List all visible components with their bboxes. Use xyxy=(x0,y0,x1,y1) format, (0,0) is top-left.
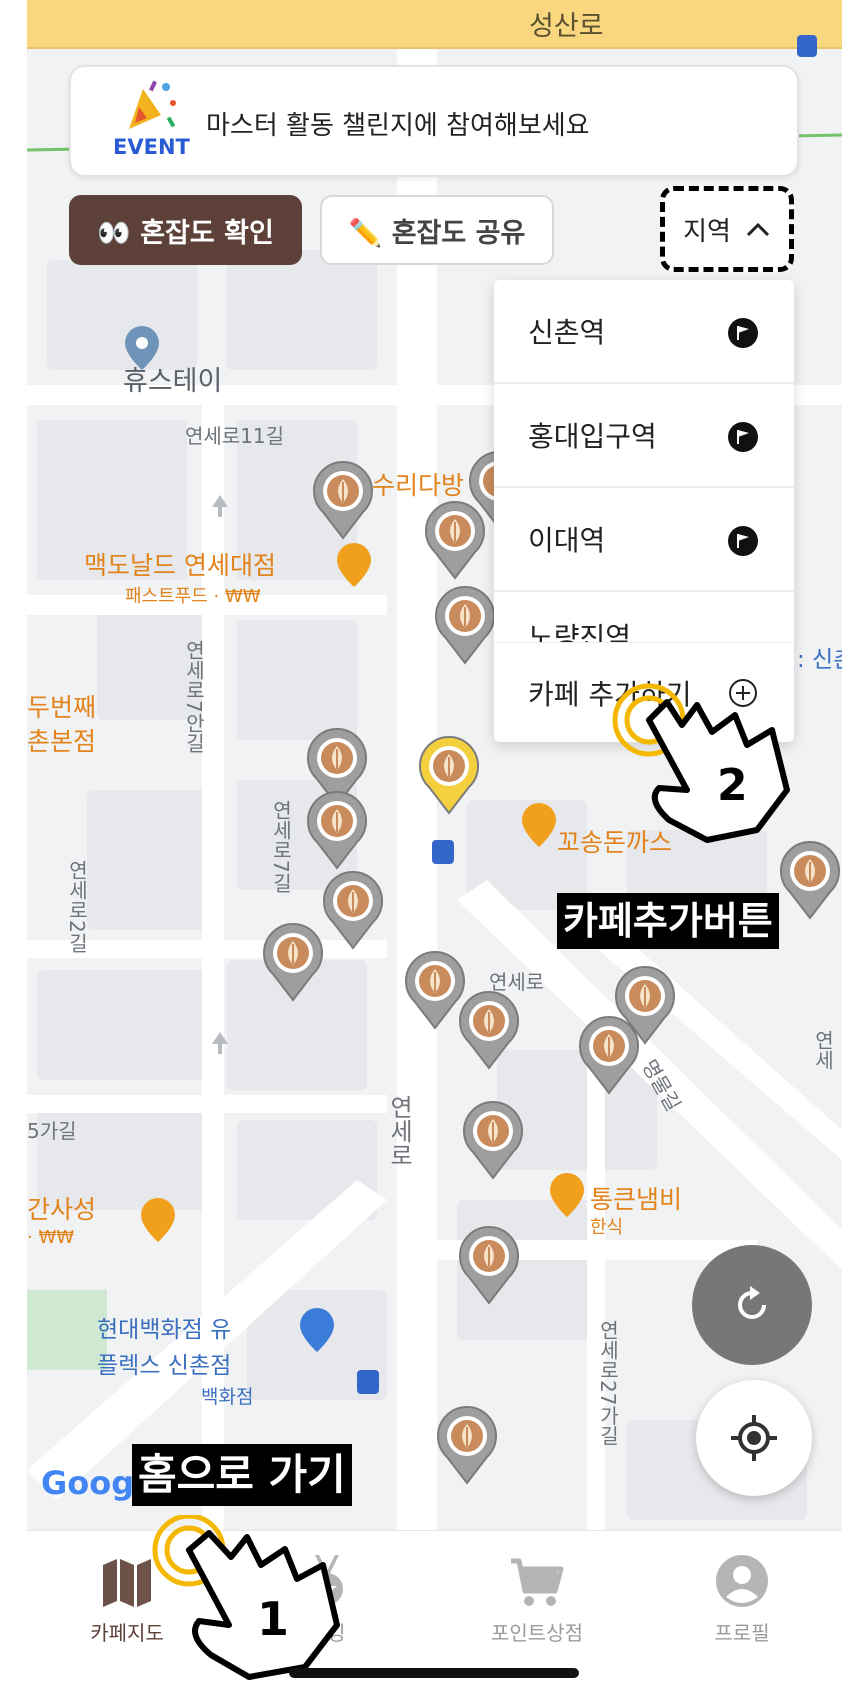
cafe-pin-selected[interactable] xyxy=(417,735,481,815)
place-tongkeun-sub: 한식 xyxy=(590,1217,624,1238)
road-yonse-edge: 연세 xyxy=(811,1030,835,1070)
cafe-pin[interactable] xyxy=(613,965,677,1045)
region-item-hongdae[interactable]: 홍대입구역 xyxy=(494,384,794,488)
place-hyundai-sub: 백화점 xyxy=(201,1386,254,1408)
app-screen: 성산로 휴스테이 연세로11길 수리다방 맥도날드 연세대점 패스트푸드 · ₩… xyxy=(27,0,842,1684)
region-item-label: 홍대입구역 xyxy=(528,420,657,453)
region-item-label: 신촌역 xyxy=(528,316,606,349)
party-popper-icon xyxy=(129,80,176,129)
cafe-pin[interactable] xyxy=(261,922,325,1002)
tap-hand-annotation-2 xyxy=(612,683,790,843)
place-mcdonalds[interactable]: 맥도날드 연세대점 xyxy=(84,546,276,582)
congestion-check-button[interactable]: 👀 혼잡도 확인 xyxy=(69,195,302,265)
road-5ga: 5가길 xyxy=(27,1119,77,1143)
road-yonseiro27: 연세로27가길 xyxy=(596,1320,620,1446)
place-mcdonalds-sub: 패스트푸드 · ₩₩ xyxy=(125,586,261,607)
profile-icon xyxy=(716,1555,768,1607)
region-item-label: 노량진역 xyxy=(528,621,632,642)
region-item-sinchon[interactable]: 신촌역 xyxy=(494,280,794,384)
crosshair-icon xyxy=(731,1415,777,1461)
place-gansaseong[interactable]: 간사성 xyxy=(27,1190,96,1226)
tab-label: 포인트상점 xyxy=(491,1621,583,1645)
refresh-icon xyxy=(738,1286,766,1319)
step-number-2: 2 xyxy=(717,760,748,811)
chevron-up-icon xyxy=(746,222,769,237)
step-number-1: 1 xyxy=(257,1592,290,1646)
cafe-pin[interactable] xyxy=(457,990,521,1070)
event-label: EVENT xyxy=(113,135,190,159)
tab-profile[interactable]: 프로필 xyxy=(642,1531,842,1661)
place-gansaseong-sub: · ₩₩ xyxy=(27,1227,75,1248)
place-dubeonjjae-1[interactable]: 두번째 xyxy=(27,688,96,724)
road-yonseiro-b: 연세로 xyxy=(385,1095,413,1167)
place-hyundai-2: 플렉스 신촌점 xyxy=(97,1353,232,1379)
road-yonseiro7: 연세로7길 xyxy=(269,800,293,893)
cafe-pin[interactable] xyxy=(457,1225,521,1305)
add-cafe-caption: 카페추가버튼 xyxy=(557,893,779,949)
cart-icon xyxy=(511,1558,564,1606)
place-hyundai-1[interactable]: 현대백화점 유 xyxy=(97,1310,231,1344)
place-suri-dabang[interactable]: 수리다방 xyxy=(372,466,464,502)
home-caption: 홈으로 가기 xyxy=(132,1444,352,1506)
region-item-idae[interactable]: 이대역 xyxy=(494,488,794,592)
tab-label: 프로필 xyxy=(714,1621,770,1645)
road-yonseiro7an: 연세로7안길 xyxy=(182,640,206,753)
road-label-seongsan: 성산로 xyxy=(529,11,604,42)
flag-icon xyxy=(728,422,758,452)
region-label: 지역 xyxy=(683,216,731,247)
cafe-pin[interactable] xyxy=(305,790,369,870)
cafe-pin[interactable] xyxy=(321,870,385,950)
road-yonseiro11: 연세로11길 xyxy=(185,424,285,448)
region-dropdown-button[interactable]: 지역 xyxy=(660,186,794,272)
region-item-label: 이대역 xyxy=(528,524,606,557)
place-hustay[interactable]: 휴스테이 xyxy=(123,359,222,398)
place-dubeonjjae-2: 촌본점 xyxy=(27,727,97,756)
tab-point-shop[interactable]: 포인트상점 xyxy=(437,1531,637,1661)
cafe-pin[interactable] xyxy=(461,1100,525,1180)
road-yonseiro2: 연세로2길 xyxy=(65,860,89,953)
congestion-share-button[interactable]: ✏️ 혼잡도 공유 xyxy=(320,195,554,265)
google-logo: Goog xyxy=(41,1464,135,1502)
home-indicator xyxy=(289,1668,579,1678)
refresh-button[interactable] xyxy=(692,1245,812,1365)
event-text: 마스터 활동 챌린지에 참여해보세요 xyxy=(206,111,590,141)
flag-icon xyxy=(728,526,758,556)
cafe-pin[interactable] xyxy=(433,585,497,665)
cafe-pin[interactable] xyxy=(311,460,375,540)
place-shinchon-edge: : 신촌 xyxy=(797,647,842,673)
my-location-button[interactable] xyxy=(696,1380,812,1496)
cafe-pin[interactable] xyxy=(435,1405,499,1485)
event-banner[interactable]: EVENT 마스터 활동 챌린지에 참여해보세요 xyxy=(69,65,799,177)
place-tongkeun[interactable]: 통큰냄비 xyxy=(590,1180,682,1216)
region-item-noryangjin[interactable]: 노량진역 xyxy=(494,592,794,642)
tap-hand-annotation-1 xyxy=(152,1515,340,1680)
flag-icon xyxy=(728,318,758,348)
